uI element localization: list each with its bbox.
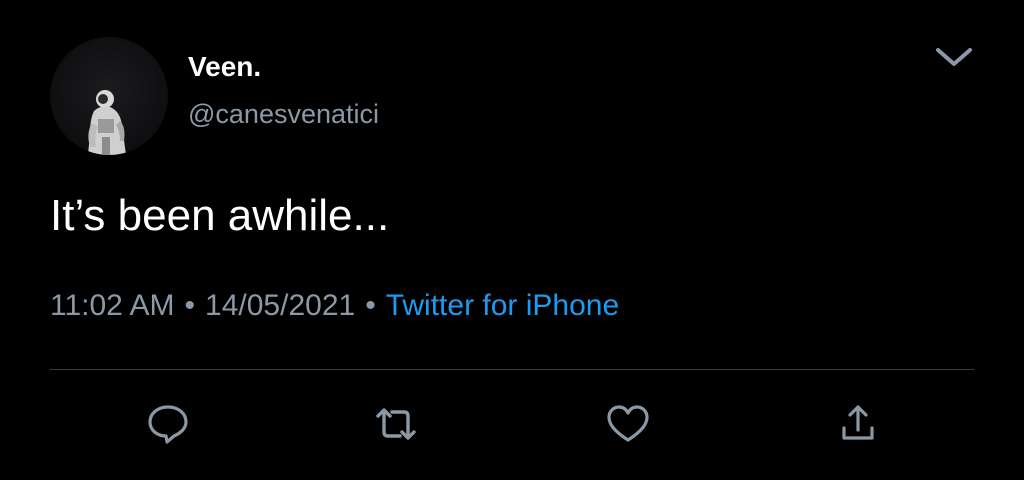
user-handle[interactable]: @canesvenatici — [188, 98, 379, 130]
astronaut-avatar-icon — [88, 90, 126, 155]
reply-icon — [148, 405, 188, 444]
tweet-date: 14/05/2021 — [205, 289, 356, 322]
tweet-time: 11:02 AM — [50, 289, 175, 322]
tweet-source-link[interactable]: Twitter for iPhone — [386, 289, 619, 322]
share-button[interactable] — [834, 400, 882, 448]
meta-separator: • — [365, 289, 376, 322]
display-name[interactable]: Veen. — [188, 50, 261, 84]
divider — [50, 369, 974, 370]
tweet-meta: 11:02 AM • 14/05/2021 • Twitter for iPhone — [50, 288, 619, 324]
share-icon — [842, 405, 874, 440]
like-icon — [607, 405, 649, 442]
like-button[interactable] — [604, 400, 652, 448]
meta-separator: • — [184, 289, 196, 322]
retweet-icon — [376, 408, 416, 440]
more-options-button[interactable] — [928, 38, 980, 78]
chevron-down-icon — [936, 48, 972, 66]
retweet-button[interactable] — [372, 400, 420, 448]
tweet-text: It’s been awhile... — [50, 191, 390, 240]
reply-button[interactable] — [144, 400, 192, 448]
avatar[interactable] — [50, 37, 168, 155]
